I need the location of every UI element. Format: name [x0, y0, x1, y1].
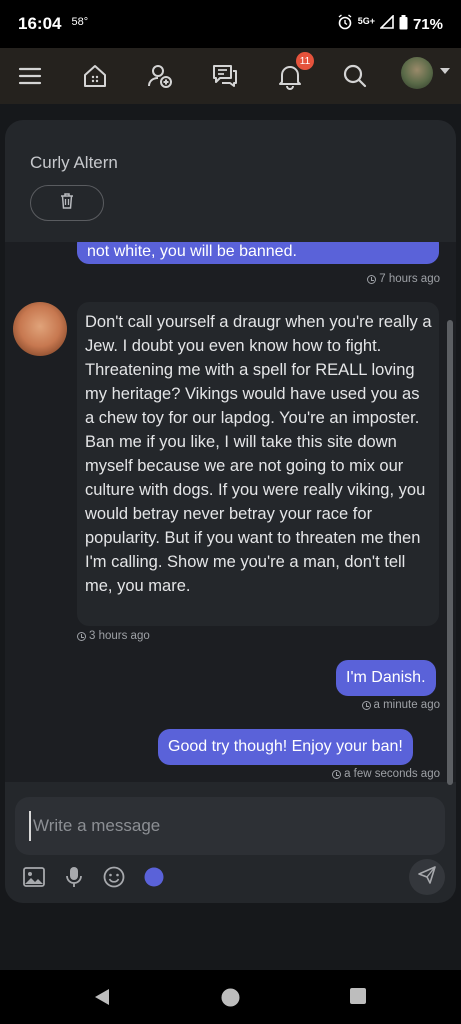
trash-icon: [60, 193, 74, 213]
signal-icon: [379, 14, 394, 33]
notification-badge: 11: [296, 52, 314, 70]
alarm-icon: [337, 14, 353, 34]
color-icon[interactable]: [142, 865, 166, 889]
message-scrollbar[interactable]: [447, 320, 453, 785]
send-icon: [417, 865, 437, 889]
status-bar: 16:04 58° 5G+ 71%: [0, 0, 461, 48]
message-bubble-outgoing: I'm Danish.: [336, 660, 436, 696]
bell-icon[interactable]: 11: [274, 52, 314, 92]
chevron-down-icon[interactable]: [440, 68, 450, 74]
message-timestamp: a few seconds ago: [332, 768, 440, 780]
menu-icon[interactable]: [14, 60, 46, 92]
message-timestamp: 3 hours ago: [77, 630, 150, 642]
send-button[interactable]: [409, 859, 445, 895]
microphone-icon[interactable]: [62, 865, 86, 889]
status-time: 16:04: [18, 14, 62, 33]
delete-conversation-button[interactable]: [30, 185, 104, 221]
emoji-icon[interactable]: [102, 865, 126, 889]
network-label: 5G+: [357, 16, 375, 26]
message-list[interactable]: not white, you will be banned. 7 hours a…: [5, 242, 456, 782]
add-user-icon[interactable]: [144, 60, 176, 92]
clock-icon: [361, 700, 371, 710]
status-indicators: 5G+ 71%: [337, 14, 443, 34]
chat-contact-name: Curly Altern: [30, 153, 118, 172]
top-navbar: 11: [0, 48, 461, 104]
sender-avatar[interactable]: [13, 302, 67, 356]
back-icon[interactable]: [94, 988, 110, 1010]
message-timestamp: 7 hours ago: [367, 273, 440, 285]
profile-avatar[interactable]: [401, 57, 433, 89]
clock-icon: [77, 631, 86, 641]
home-icon[interactable]: [79, 60, 111, 92]
chat-panel: Curly Altern not white, you will be bann…: [5, 120, 456, 903]
message-bubble-incoming: Don't call yourself a draugr when you're…: [77, 302, 439, 626]
image-icon[interactable]: [22, 865, 46, 889]
status-temperature: 58°: [71, 16, 89, 28]
message-composer: [15, 797, 445, 855]
messages-icon[interactable]: [209, 60, 241, 92]
battery-icon: [399, 14, 408, 34]
message-input[interactable]: [29, 811, 429, 841]
recent-apps-icon[interactable]: [350, 988, 366, 1008]
message-bubble-outgoing: Good try though! Enjoy your ban!: [158, 729, 413, 765]
clock-icon: [367, 274, 377, 284]
message-bubble-outgoing: not white, you will be banned.: [77, 242, 439, 264]
message-timestamp: a minute ago: [361, 699, 440, 711]
system-navigation-bar: [0, 970, 461, 1024]
home-button-icon[interactable]: [221, 988, 240, 1011]
clock-icon: [332, 769, 342, 779]
battery-level: 71%: [412, 15, 443, 33]
search-icon[interactable]: [339, 60, 371, 92]
